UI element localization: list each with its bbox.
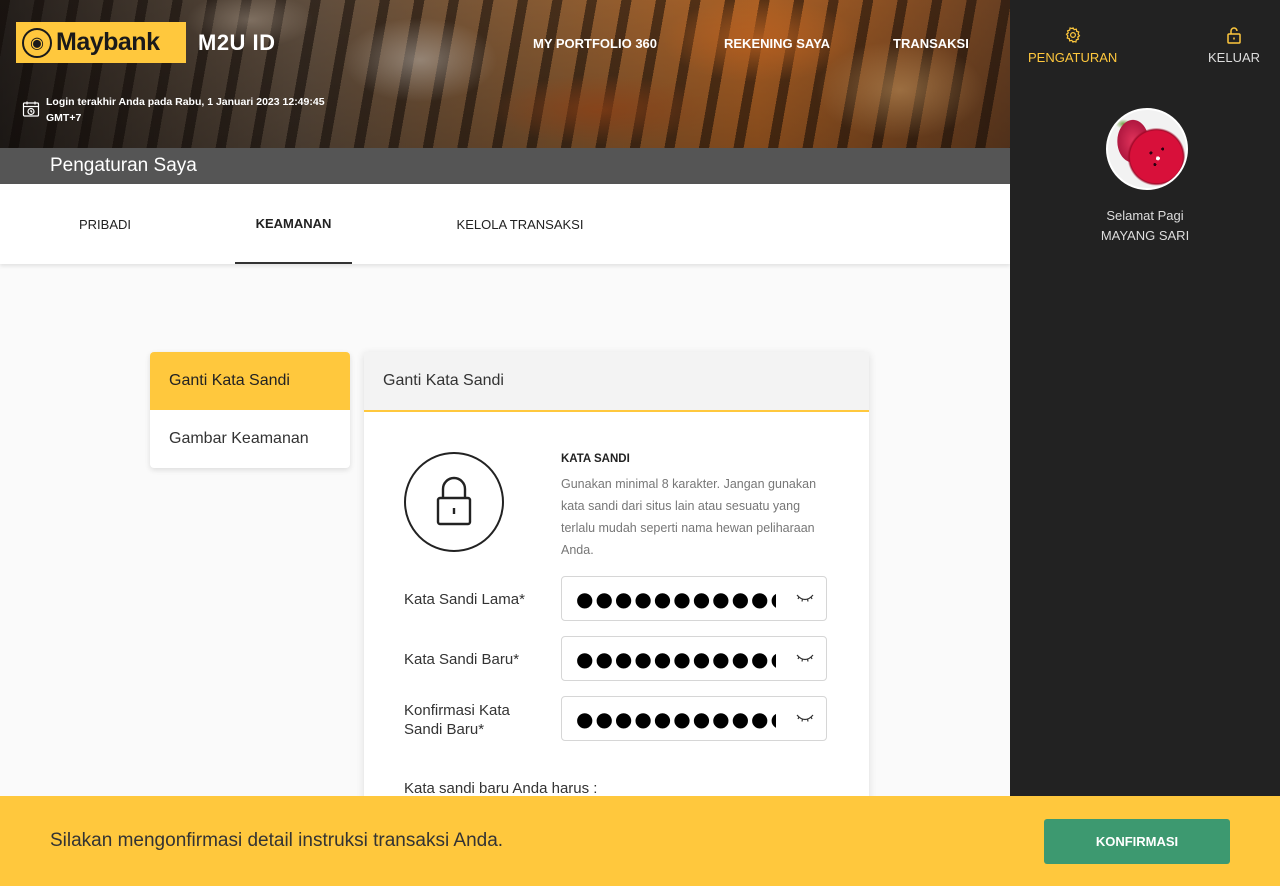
nav-my-portfolio[interactable]: MY PORTFOLIO 360	[533, 36, 657, 51]
logo-text: Maybank	[56, 28, 160, 56]
header-banner: ◉ Maybank M2U ID MY PORTFOLIO 360 REKENI…	[0, 0, 1010, 148]
page-title-bar: Pengaturan Saya	[0, 148, 1010, 184]
tab-bar: PRIBADI KEAMANAN KELOLA TRANSAKSI	[0, 184, 1010, 264]
page-title: Pengaturan Saya	[50, 155, 197, 176]
change-password-card: Ganti Kata Sandi KATA SANDI Gunakan mini…	[364, 352, 869, 812]
avatar[interactable]	[1106, 108, 1188, 190]
user-name: MAYANG SARI	[1100, 228, 1190, 243]
new-password-input[interactable]	[576, 646, 776, 671]
new-password-label: Kata Sandi Baru*	[404, 651, 520, 668]
old-password-field	[561, 576, 827, 621]
product-name: M2U ID	[198, 30, 276, 55]
card-title: Ganti Kata Sandi	[364, 352, 869, 412]
password-section-title: KATA SANDI	[561, 453, 630, 465]
side-item-gambar-keamanan[interactable]: Gambar Keamanan	[150, 410, 350, 468]
logout-button[interactable]: KELUAR	[1208, 26, 1260, 65]
gear-icon	[1065, 26, 1080, 44]
eye-closed-icon[interactable]	[796, 592, 814, 604]
maybank-logo[interactable]: ◉ Maybank	[16, 22, 186, 63]
old-password-label: Kata Sandi Lama*	[404, 591, 525, 608]
tab-kelola-transaksi[interactable]: KELOLA TRANSAKSI	[444, 184, 596, 264]
confirm-button[interactable]: KONFIRMASI	[1044, 819, 1230, 864]
security-side-menu: Ganti Kata Sandi Gambar Keamanan	[150, 352, 350, 468]
tiger-emblem-icon: ◉	[22, 27, 52, 58]
eye-closed-icon[interactable]	[796, 712, 814, 724]
greeting-text: Selamat Pagi	[1106, 208, 1184, 223]
calendar-clock-icon	[22, 101, 40, 117]
lock-open-icon	[1227, 27, 1241, 44]
tab-pribadi[interactable]: PRIBADI	[62, 184, 148, 264]
nav-rekening-saya[interactable]: REKENING SAYA	[724, 36, 830, 51]
tab-keamanan[interactable]: KEAMANAN	[235, 184, 352, 264]
password-description: Gunakan minimal 8 karakter. Jangan gunak…	[561, 477, 817, 557]
password-rules-title: Kata sandi baru Anda harus :	[404, 780, 598, 797]
side-item-ganti-kata-sandi[interactable]: Ganti Kata Sandi	[150, 352, 350, 410]
new-password-field	[561, 636, 827, 681]
nav-transaksi[interactable]: TRANSAKSI	[893, 36, 969, 51]
logout-label: KELUAR	[1208, 50, 1261, 65]
confirmation-footer: Silakan mengonfirmasi detail instruksi t…	[0, 796, 1280, 886]
settings-label: PENGATURAN	[1028, 50, 1118, 65]
old-password-input[interactable]	[576, 586, 776, 611]
right-panel: PENGATURAN KELUAR Selamat Pagi MAYANG SA…	[1010, 0, 1280, 886]
footer-message: Silakan mengonfirmasi detail instruksi t…	[50, 830, 504, 851]
confirm-password-label: Konfirmasi Kata Sandi Baru*	[404, 702, 510, 738]
settings-button[interactable]: PENGATURAN	[1028, 26, 1117, 65]
confirm-password-input[interactable]	[576, 706, 776, 731]
eye-closed-icon[interactable]	[796, 652, 814, 664]
last-login: Login terakhir Anda pada Rabu, 1 Januari…	[22, 94, 336, 126]
lock-illustration	[404, 452, 504, 552]
last-login-text: Login terakhir Anda pada Rabu, 1 Januari…	[46, 96, 325, 124]
lock-icon	[436, 476, 472, 526]
confirm-password-field	[561, 696, 827, 741]
